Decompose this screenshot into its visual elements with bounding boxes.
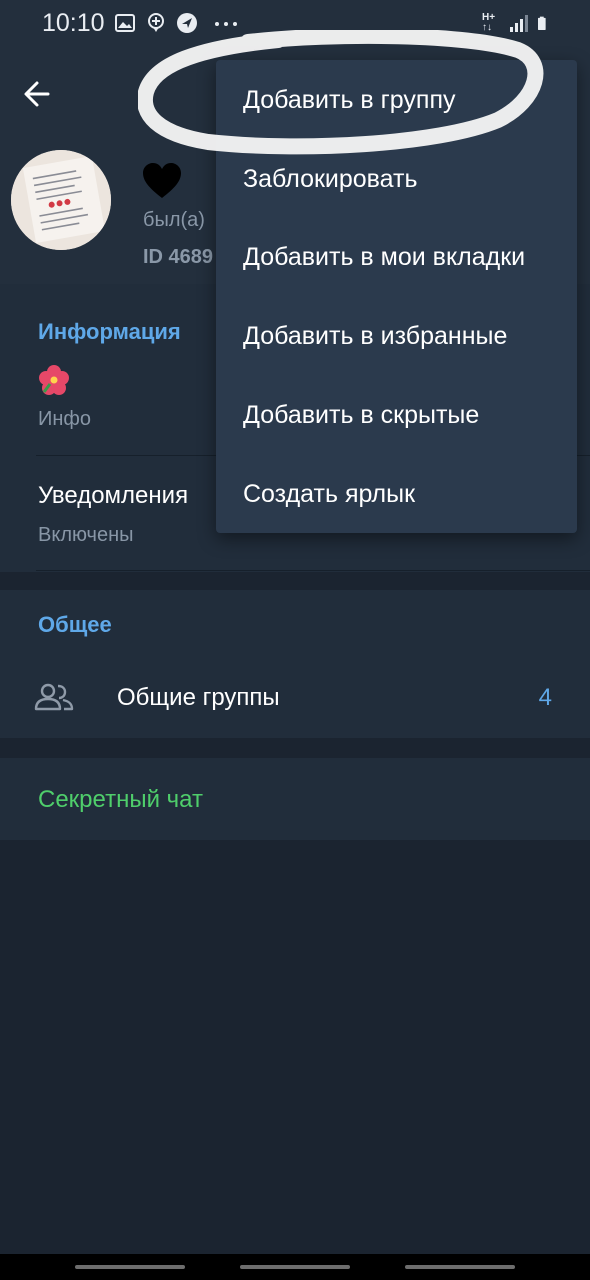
bio-caption: Инфо	[38, 408, 91, 430]
menu-item-add-to-favorites[interactable]: Добавить в избранные	[216, 298, 577, 376]
avatar-image	[11, 150, 111, 250]
nav-home-button[interactable]	[240, 1265, 350, 1269]
user-id: ID 4689	[143, 246, 214, 268]
avatar[interactable]	[11, 150, 111, 250]
common-section: Общее Общие группы 4	[0, 590, 590, 738]
hibiscus-emoji[interactable]	[38, 364, 70, 396]
status-icons-right: H+ ↑↓	[482, 11, 552, 35]
info-section-title: Информация	[38, 319, 181, 344]
menu-item-label: Добавить в группу	[243, 86, 456, 114]
menu-item-label: Создать ярлык	[243, 480, 416, 508]
menu-item-block[interactable]: Заблокировать	[216, 141, 577, 219]
menu-item-label: Добавить в избранные	[243, 322, 508, 350]
profile-options-menu: Добавить в группу Заблокировать Добавить…	[216, 60, 577, 533]
notifications-value: Включены	[38, 524, 134, 546]
menu-item-label: Добавить в мои вкладки	[243, 243, 526, 271]
menu-item-add-to-hidden[interactable]: Добавить в скрытые	[216, 377, 577, 455]
back-arrow-icon[interactable]	[18, 74, 58, 114]
menu-item-add-to-group[interactable]: Добавить в группу	[216, 62, 577, 140]
signal-icon	[510, 15, 528, 32]
secret-chat-label: Секретный чат	[38, 786, 203, 813]
compass-icon	[177, 13, 197, 33]
common-section-title: Общее	[38, 612, 112, 637]
menu-item-label: Заблокировать	[243, 165, 418, 193]
status-icons-left	[114, 12, 241, 34]
status-bar: 10:10 H+ ↑↓	[0, 0, 590, 46]
common-groups-label: Общие группы	[117, 684, 280, 711]
image-icon	[115, 14, 135, 32]
network-label: H+	[482, 12, 496, 23]
more-dots-icon	[215, 22, 237, 26]
hplus-network-icon: H+ ↑↓	[482, 12, 496, 33]
menu-item-create-shortcut[interactable]: Создать ярлык	[216, 456, 577, 534]
menu-item-add-to-tabs[interactable]: Добавить в мои вкладки	[216, 219, 577, 297]
location-pin-icon	[148, 13, 164, 32]
status-time: 10:10	[42, 9, 105, 37]
common-groups-row[interactable]: Общие группы 4	[0, 662, 590, 730]
nav-back-button[interactable]	[405, 1265, 515, 1269]
black-heart-emoji	[143, 163, 181, 198]
nav-recents-button[interactable]	[75, 1265, 185, 1269]
secret-chat-button[interactable]: Секретный чат	[0, 758, 590, 840]
common-groups-count: 4	[538, 684, 552, 711]
battery-icon	[538, 16, 546, 30]
system-navigation-bar	[0, 1254, 590, 1280]
last-seen-status: был(а)	[143, 209, 205, 231]
menu-item-label: Добавить в скрытые	[243, 401, 480, 429]
people-icon	[34, 683, 74, 711]
notifications-label: Уведомления	[38, 482, 189, 509]
divider	[36, 570, 590, 571]
